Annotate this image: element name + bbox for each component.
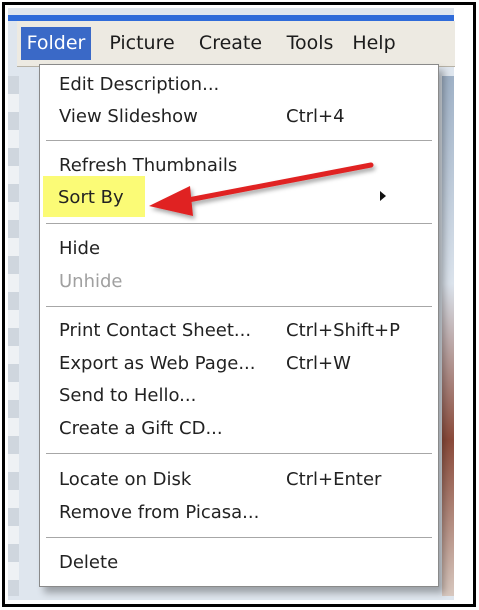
red-arrow-icon: [149, 162, 374, 216]
